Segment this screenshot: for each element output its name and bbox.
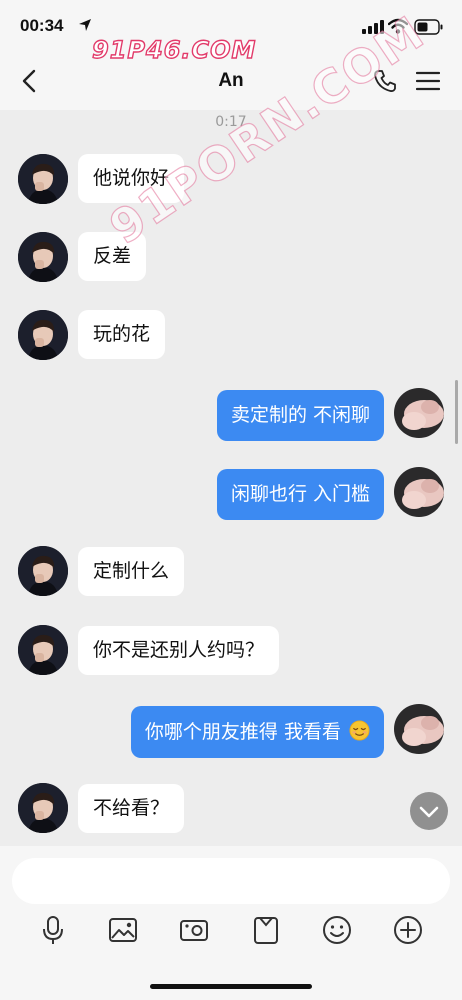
outgoing-message-text: 你哪个朋友推得 我看看 [144,721,341,743]
plus-icon[interactable] [392,914,424,946]
my-avatar[interactable] [394,467,444,517]
incoming-message: 他说你好 [78,154,185,203]
composer-bar [0,846,462,1000]
watermark-top: 91P46.COM [91,35,257,64]
my-avatar[interactable] [394,388,444,438]
cartoon-avatar-icon [18,310,68,360]
contact-avatar[interactable] [18,783,68,833]
cartoon-avatar-icon [18,546,68,596]
cellular-signal-icon [362,20,384,34]
camera-icon[interactable] [178,914,210,946]
cartoon-avatar-icon [18,154,68,204]
scroll-to-bottom-button[interactable] [410,792,448,830]
battery-icon [414,19,443,35]
incoming-message: 不给看？ [78,784,185,833]
image-icon[interactable] [107,914,139,946]
wifi-icon [388,18,408,34]
incoming-message: 玩的花 [78,310,166,359]
incoming-message: 定制什么 [78,547,185,596]
relieved-face-emoji-icon [349,720,370,741]
photo-avatar-icon [394,388,444,438]
message-timestamp: 0:17 [215,114,247,130]
menu-icon[interactable] [416,70,440,92]
message-input[interactable] [12,858,450,904]
photo-avatar-icon [394,467,444,517]
incoming-message: 你不是还别人约吗？ [78,626,280,675]
phone-call-icon[interactable] [372,68,398,94]
photo-avatar-icon [394,704,444,754]
contact-avatar[interactable] [18,625,68,675]
cartoon-avatar-icon [18,783,68,833]
home-indicator[interactable] [150,984,312,989]
cartoon-avatar-icon [18,232,68,282]
microphone-icon[interactable] [37,914,69,946]
emoji-icon[interactable] [321,914,353,946]
outgoing-message: 卖定制的 不闲聊 [216,390,384,441]
scroll-indicator[interactable] [455,380,458,444]
contact-avatar[interactable] [18,154,68,204]
location-arrow-icon [79,19,91,31]
folder-icon[interactable] [250,914,282,946]
status-time: 00:34 [20,16,64,35]
chevron-down-icon [419,806,439,818]
incoming-message: 反差 [78,232,147,281]
my-avatar[interactable] [394,704,444,754]
outgoing-message: 闲聊也行 入门槛 [216,469,384,520]
cartoon-avatar-icon [18,625,68,675]
outgoing-message: 你哪个朋友推得 我看看 [130,706,384,758]
contact-avatar[interactable] [18,310,68,360]
contact-avatar[interactable] [18,546,68,596]
contact-avatar[interactable] [18,232,68,282]
